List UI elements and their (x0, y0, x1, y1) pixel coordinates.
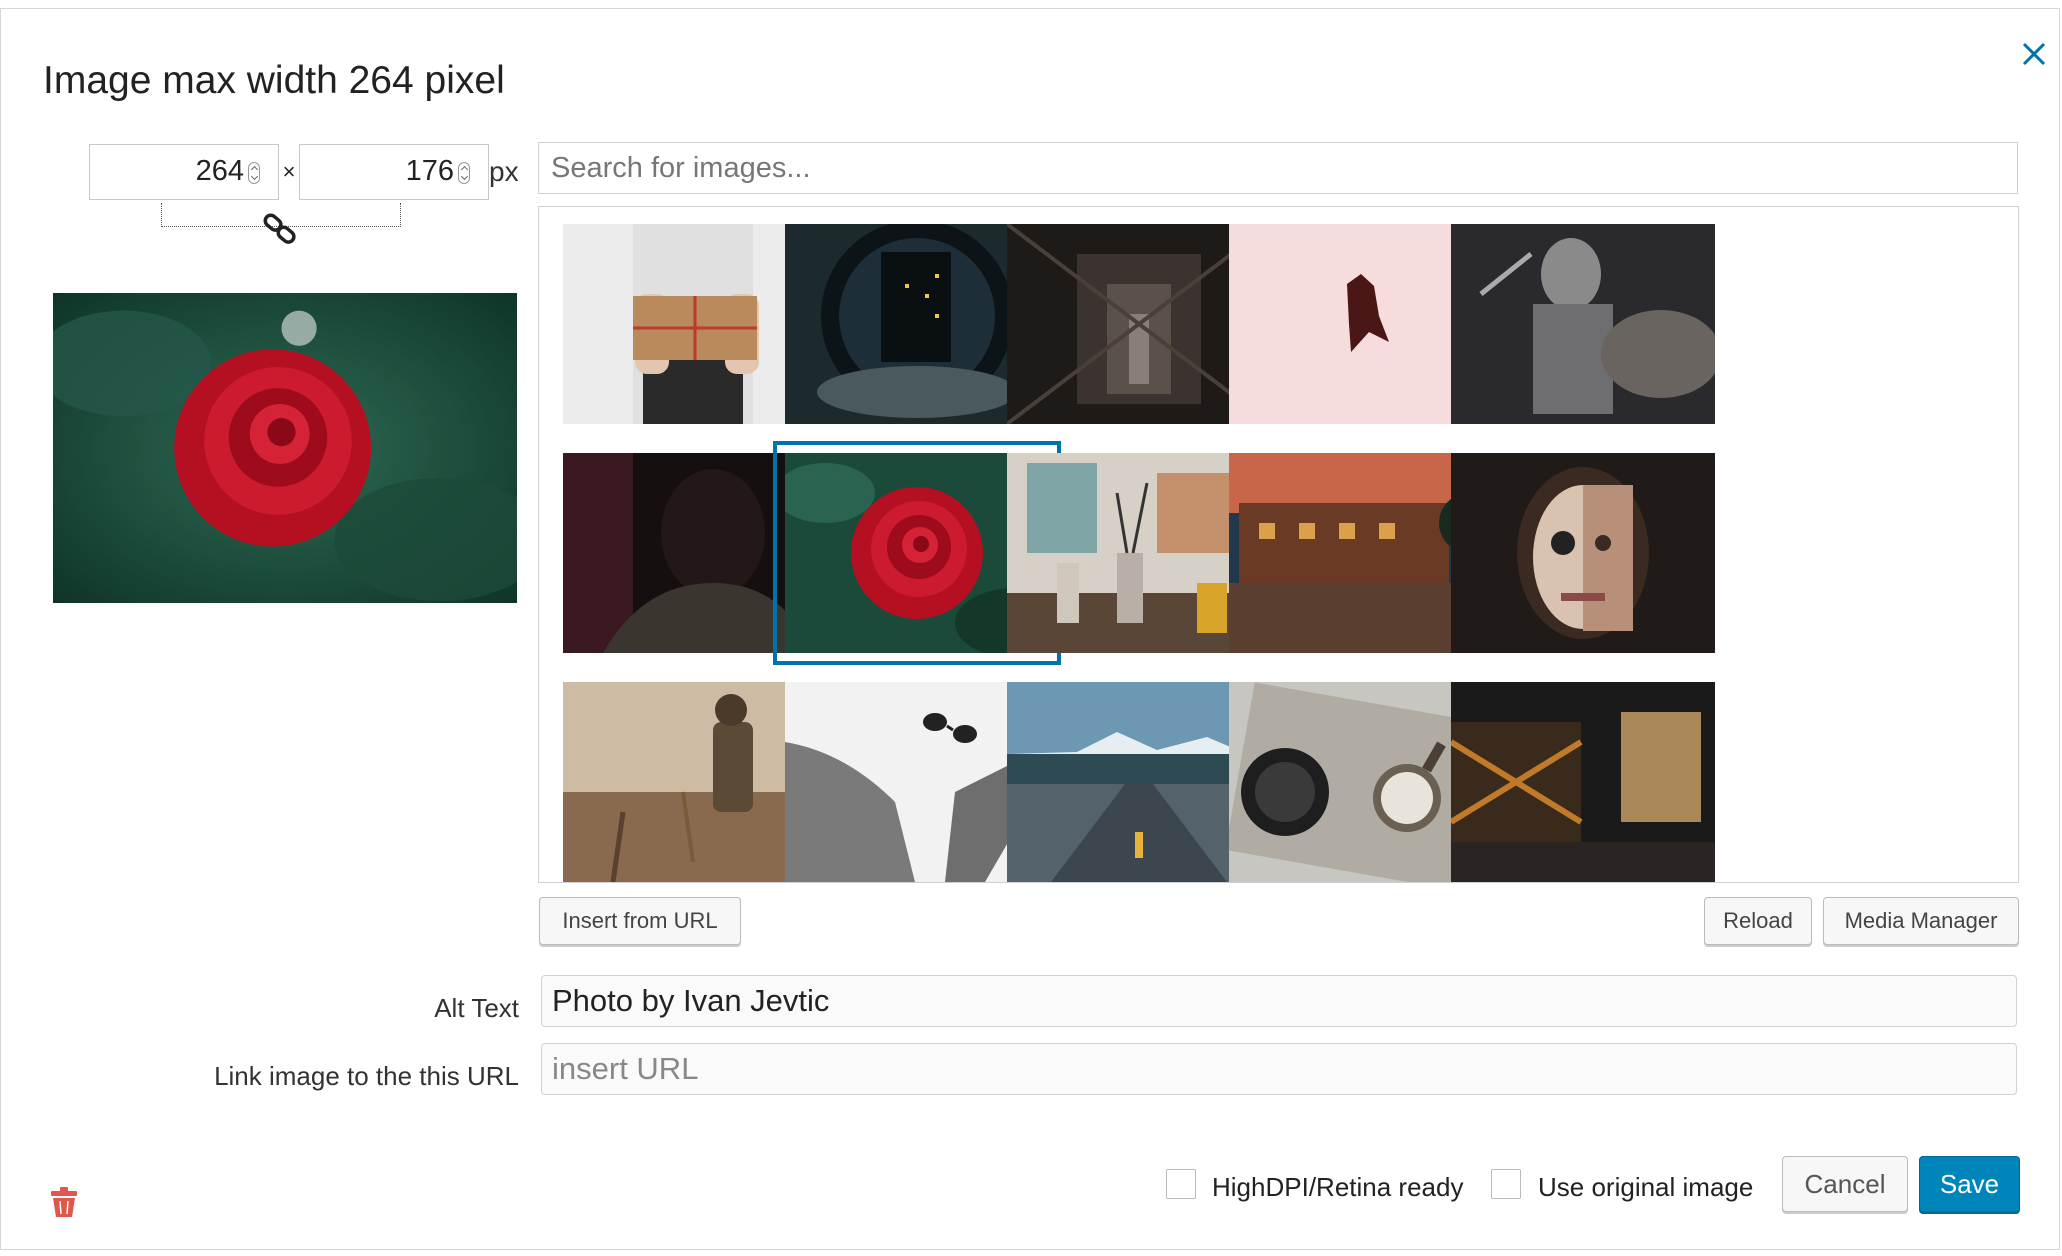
alt-text-label: Alt Text (434, 993, 519, 1023)
chain-link-icon[interactable] (263, 211, 299, 247)
height-field (299, 144, 489, 200)
link-url-input[interactable] (541, 1043, 2017, 1095)
hidpi-label: HighDPI/Retina ready (1212, 1172, 1464, 1202)
times-separator: × (282, 159, 296, 184)
image-grid (538, 206, 2019, 883)
original-image-label: Use original image (1538, 1172, 1754, 1202)
thumbnail-factory[interactable] (1451, 682, 1715, 882)
save-button[interactable]: Save (1919, 1156, 2020, 1212)
image-preview (53, 293, 517, 603)
media-manager-button[interactable]: Media Manager (1823, 897, 2019, 945)
original-image-checkbox[interactable] (1491, 1169, 1521, 1199)
thumbnail-knight[interactable] (1451, 224, 1715, 424)
link-url-label: Link image to the this URL (214, 1061, 519, 1091)
width-field (89, 144, 279, 200)
cancel-button[interactable]: Cancel (1782, 1156, 1908, 1212)
unit-label: px (489, 156, 519, 187)
reload-button[interactable]: Reload (1704, 897, 1812, 945)
height-stepper[interactable] (458, 162, 470, 184)
image-search-input[interactable] (538, 142, 2018, 194)
image-dialog: Image max width 264 pixel × px (0, 8, 2060, 1250)
close-icon[interactable] (2011, 31, 2057, 77)
dialog-title: Image max width 264 pixel (43, 59, 505, 102)
trash-icon[interactable] (51, 1187, 77, 1217)
alt-text-input[interactable] (541, 975, 2017, 1027)
width-stepper[interactable] (248, 162, 260, 184)
thumbnail-sugar-skull[interactable] (1451, 453, 1715, 653)
insert-from-url-button[interactable]: Insert from URL (539, 897, 741, 945)
hidpi-checkbox[interactable] (1166, 1169, 1196, 1199)
